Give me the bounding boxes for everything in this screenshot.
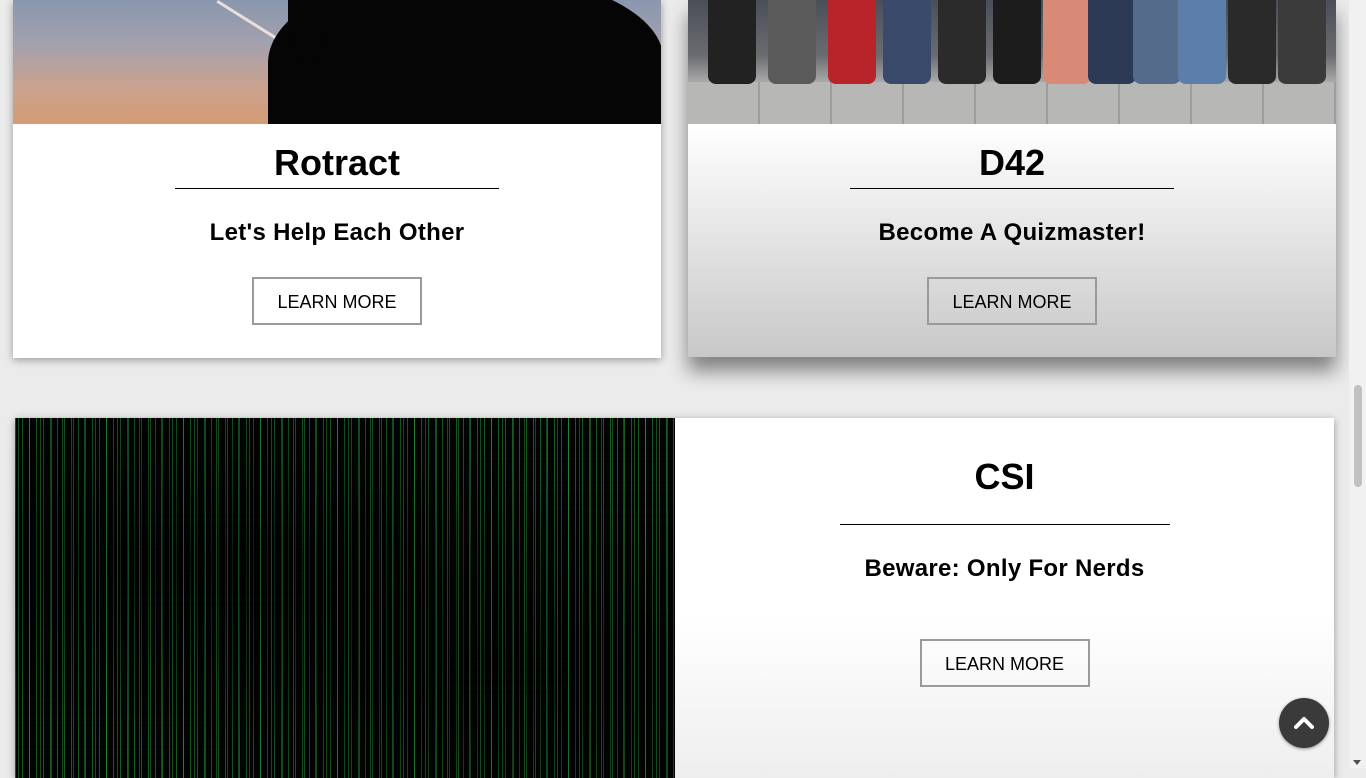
- title-divider: [839, 524, 1170, 525]
- scrollbar-thumb[interactable]: [1354, 385, 1362, 487]
- title-divider: [850, 188, 1174, 189]
- card-body: CSI Beware: Only For Nerds LEARN MORE: [675, 418, 1334, 778]
- photo-person: [993, 0, 1041, 84]
- photo-person: [883, 0, 931, 84]
- card-tagline: Let's Help Each Other: [209, 219, 465, 246]
- csi-matrix-image: [15, 418, 675, 778]
- card-tagline: Become A Quizmaster!: [878, 219, 1146, 246]
- card-body: Rotract Let's Help Each Other LEARN MORE: [13, 124, 661, 325]
- photo-person: [938, 0, 986, 84]
- silhouette-detail: [288, 0, 328, 60]
- photo-person: [1228, 0, 1276, 84]
- photo-person: [1043, 0, 1091, 84]
- photo-person: [1178, 0, 1226, 84]
- card-body: D42 Become A Quizmaster! LEARN MORE: [688, 124, 1336, 357]
- photo-person: [1088, 0, 1136, 84]
- rotract-cover-image: [13, 0, 661, 124]
- title-divider: [175, 188, 499, 189]
- sky-streak: [216, 0, 278, 40]
- photo-person: [828, 0, 876, 84]
- club-card-d42: D42 Become A Quizmaster! LEARN MORE: [688, 0, 1336, 357]
- d42-group-photo: [688, 0, 1336, 124]
- card-title: Rotract: [273, 142, 401, 183]
- club-card-rotract: Rotract Let's Help Each Other LEARN MORE: [13, 0, 661, 358]
- learn-more-button-rotract[interactable]: LEARN MORE: [252, 277, 422, 325]
- page-scrollbar[interactable]: [1349, 0, 1366, 768]
- card-title: D42: [978, 142, 1046, 183]
- photo-person: [768, 0, 816, 84]
- photo-ground: [688, 82, 1336, 124]
- scroll-down-arrow-icon[interactable]: [1353, 760, 1361, 765]
- scroll-to-top-button[interactable]: [1279, 698, 1329, 748]
- photo-person: [1133, 0, 1181, 84]
- learn-more-button-d42[interactable]: LEARN MORE: [927, 277, 1097, 325]
- chevron-up-icon: [1294, 717, 1314, 729]
- card-title: CSI: [974, 456, 1035, 497]
- club-card-csi: CSI Beware: Only For Nerds LEARN MORE: [15, 418, 1334, 778]
- matrix-code-rain-layer: [15, 418, 675, 778]
- card-tagline: Beware: Only For Nerds: [864, 555, 1145, 582]
- learn-more-button-csi[interactable]: LEARN MORE: [919, 639, 1090, 687]
- photo-person: [708, 0, 756, 84]
- photo-person: [1278, 0, 1326, 84]
